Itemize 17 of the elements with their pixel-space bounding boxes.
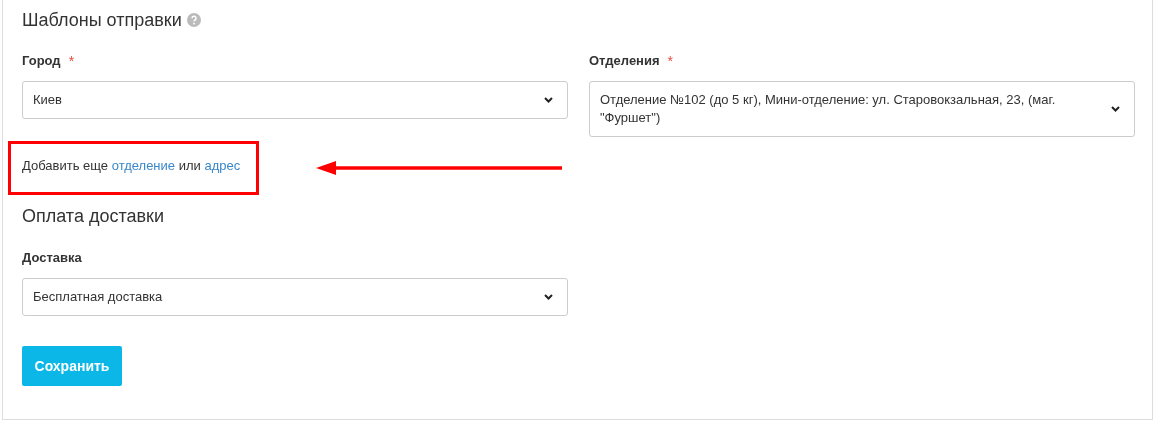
add-more-text: Добавить еще отделение или адрес xyxy=(22,157,241,175)
field-label: Доставка xyxy=(22,249,82,267)
select-field[interactable]: Киев xyxy=(22,81,568,119)
link[interactable]: отделение xyxy=(111,158,176,173)
required-mark: * xyxy=(68,52,75,71)
select-field[interactable]: Отделение №102 (до 5 кг), Мини-отделение: ул. Старовокзальная, 23, (маг. "Фуршет") xyxy=(589,81,1135,137)
help-icon[interactable] xyxy=(186,13,201,27)
section-title: Шаблоны отправки xyxy=(22,9,182,32)
field-label: Город xyxy=(22,52,61,70)
link[interactable]: адрес xyxy=(204,158,241,173)
section-title: Оплата доставки xyxy=(22,205,164,228)
field-label: Отделения xyxy=(589,52,660,70)
chevron-down-icon xyxy=(544,294,553,300)
select-field[interactable]: Бесплатная доставка xyxy=(22,278,568,316)
required-mark: * xyxy=(667,52,673,71)
chevron-down-icon xyxy=(1111,106,1120,112)
chevron-down-icon xyxy=(544,97,553,103)
